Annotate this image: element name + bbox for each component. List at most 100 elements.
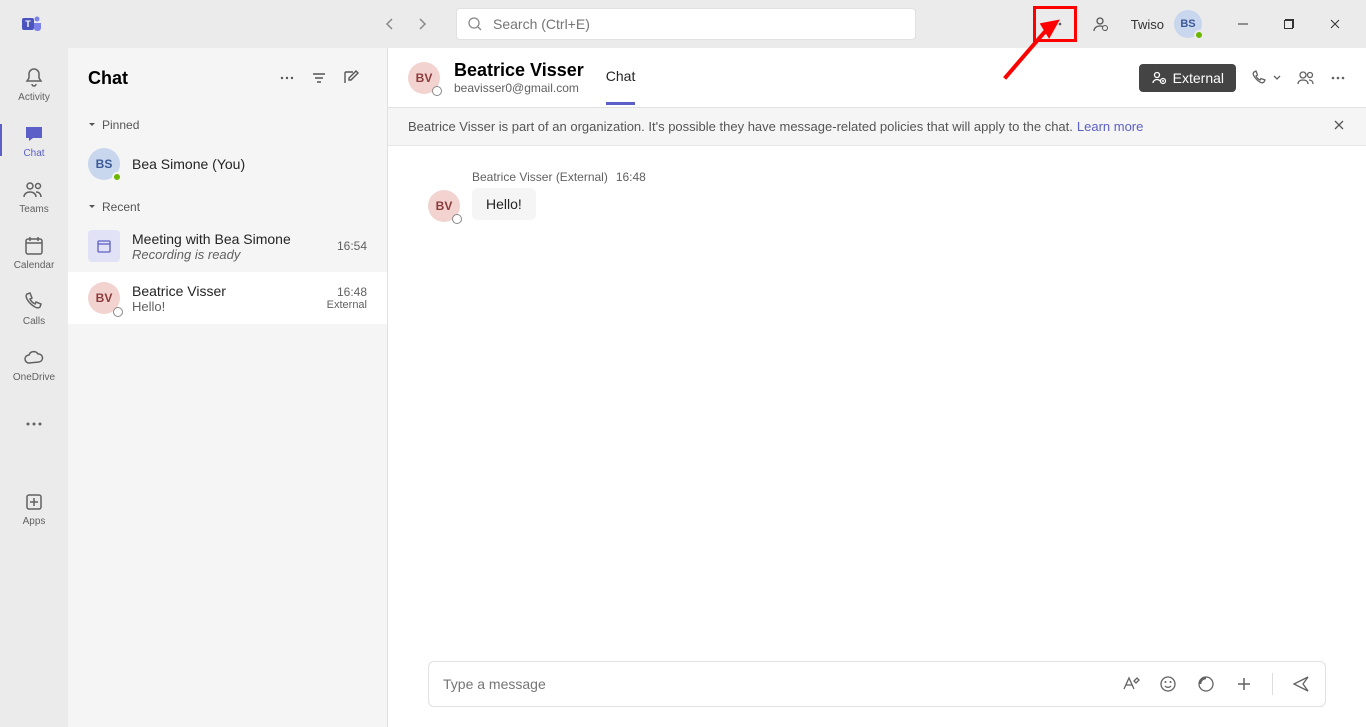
chevron-down-icon (88, 203, 96, 211)
rail-activity[interactable]: Activity (0, 56, 68, 112)
apps-icon (22, 490, 46, 514)
conv-avatar: BV (408, 62, 440, 94)
titlebar: T Twiso BS (0, 0, 1366, 48)
filter-button[interactable] (303, 62, 335, 94)
chat-meta: 16:48 External (327, 285, 367, 311)
search-box[interactable] (456, 8, 916, 40)
rail-more[interactable] (0, 396, 68, 452)
call-button[interactable] (1250, 69, 1282, 87)
separator (1272, 673, 1273, 695)
plus-icon[interactable] (1234, 674, 1254, 694)
people-button[interactable] (1083, 10, 1117, 38)
chat-tag: External (327, 299, 367, 311)
chat-more-button[interactable] (271, 62, 303, 94)
people-icon (1151, 70, 1167, 86)
conv-more-button[interactable] (1330, 70, 1346, 86)
user-initials: BS (1180, 18, 1195, 30)
rail-label: OneDrive (13, 372, 55, 383)
close-button[interactable] (1312, 0, 1358, 48)
calendar-icon (95, 237, 113, 255)
rail-calendar[interactable]: Calendar (0, 224, 68, 280)
external-label: External (1173, 70, 1224, 86)
rail-onedrive[interactable]: OneDrive (0, 336, 68, 392)
conv-actions: External (1139, 64, 1346, 92)
chat-title: Bea Simone (You) (132, 156, 367, 172)
presence-available-icon (1194, 30, 1204, 40)
more-icon (279, 70, 295, 86)
msg-sender: Beatrice Visser (External) (472, 170, 608, 184)
chat-title: Beatrice Visser (132, 283, 315, 299)
send-icon[interactable] (1291, 674, 1311, 694)
compose (388, 649, 1366, 727)
bell-icon (22, 66, 46, 90)
avatar-initials: BS (96, 157, 113, 171)
participants-button[interactable] (1296, 68, 1316, 88)
section-pinned[interactable]: Pinned (68, 108, 387, 138)
search-icon (467, 16, 483, 32)
msg-avatar: BV (428, 190, 460, 222)
banner-link[interactable]: Learn more (1077, 119, 1143, 134)
titlebar-right: Twiso BS (1033, 0, 1358, 48)
chat-icon (22, 122, 46, 146)
chat-item-pinned[interactable]: BS Bea Simone (You) (68, 138, 387, 190)
emoji-icon[interactable] (1158, 674, 1178, 694)
more-icon (1047, 16, 1063, 32)
chat-item-meeting[interactable]: Meeting with Bea Simone Recording is rea… (68, 220, 387, 272)
compose-icons (1120, 673, 1311, 695)
nav-forward[interactable] (408, 10, 436, 38)
calendar-icon (22, 234, 46, 258)
rail-chat[interactable]: Chat (0, 112, 68, 168)
maximize-button[interactable] (1266, 0, 1312, 48)
teams-icon (22, 178, 46, 202)
banner-close[interactable] (1332, 118, 1346, 135)
nav-back[interactable] (376, 10, 404, 38)
loop-icon[interactable] (1196, 674, 1216, 694)
conv-email: beavisser0@gmail.com (454, 81, 584, 95)
section-recent[interactable]: Recent (68, 190, 387, 220)
section-label: Recent (102, 200, 140, 214)
rail-label: Apps (23, 516, 46, 527)
msg-meta: Beatrice Visser (External) 16:48 (472, 170, 646, 184)
cloud-icon (22, 346, 46, 370)
phone-icon (22, 290, 46, 314)
external-banner: Beatrice Visser is part of an organizati… (388, 108, 1366, 146)
rail-label: Chat (23, 148, 44, 159)
chat-item-beatrice[interactable]: BV Beatrice Visser Hello! 16:48 External (68, 272, 387, 324)
format-icon[interactable] (1120, 674, 1140, 694)
avatar: BV (88, 282, 120, 314)
external-button[interactable]: External (1139, 64, 1236, 92)
filter-icon (311, 70, 327, 86)
new-chat-button[interactable] (335, 62, 367, 94)
app-rail: Activity Chat Teams Calendar Calls OneDr… (0, 48, 68, 727)
compose-box[interactable] (428, 661, 1326, 707)
svg-text:T: T (25, 19, 31, 29)
phone-icon (1250, 69, 1268, 87)
chevron-down-icon (1272, 73, 1282, 83)
chevron-down-icon (88, 121, 96, 129)
settings-more-button[interactable] (1033, 6, 1077, 42)
msg-bubble[interactable]: Hello! (472, 188, 536, 220)
chat-info: Meeting with Bea Simone Recording is rea… (132, 231, 325, 262)
rail-calls[interactable]: Calls (0, 280, 68, 336)
search-input[interactable] (493, 16, 905, 32)
history-nav (376, 10, 436, 38)
presence-offline-icon (432, 86, 442, 96)
rail-apps[interactable]: Apps (0, 480, 68, 536)
tab-chat[interactable]: Chat (606, 68, 636, 105)
chat-panel-title: Chat (88, 68, 271, 89)
close-icon (1332, 118, 1346, 132)
user-name: Twiso (1131, 17, 1164, 32)
presence-offline-icon (452, 214, 462, 224)
user-avatar[interactable]: BS (1174, 10, 1202, 38)
message-row: BV Beatrice Visser (External) 16:48 Hell… (428, 170, 1326, 222)
avatar: BS (88, 148, 120, 180)
compose-input[interactable] (443, 676, 1120, 692)
chat-sub: Recording is ready (132, 247, 325, 262)
chat-time: 16:54 (337, 239, 367, 253)
more-icon (22, 412, 46, 436)
chat-meta: 16:54 (337, 239, 367, 253)
rail-teams[interactable]: Teams (0, 168, 68, 224)
teams-logo: T (8, 12, 56, 36)
conv-title: Beatrice Visser (454, 60, 584, 81)
minimize-button[interactable] (1220, 0, 1266, 48)
